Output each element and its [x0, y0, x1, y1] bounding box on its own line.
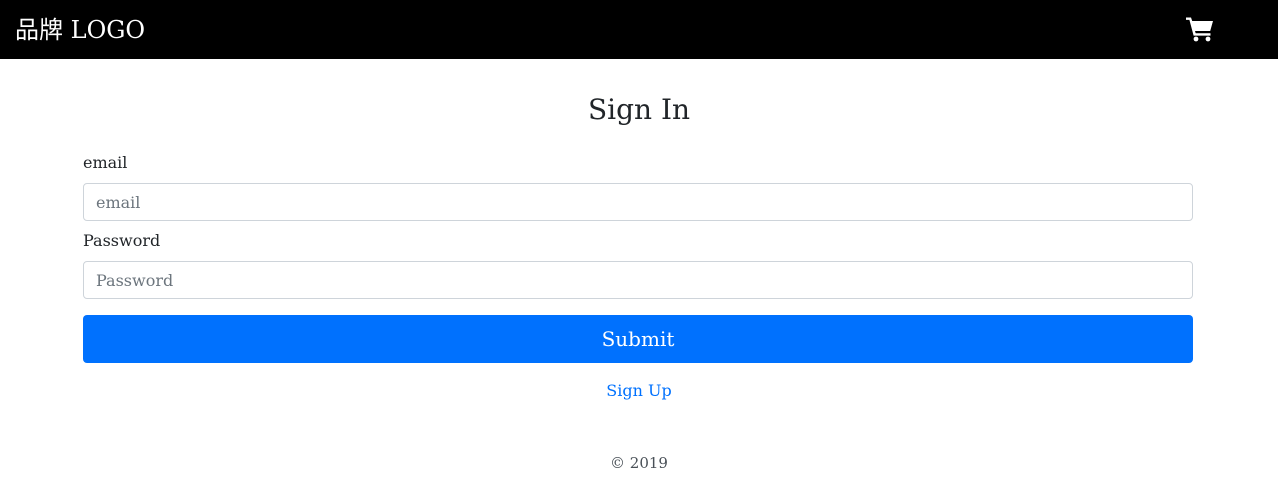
- password-field[interactable]: [83, 261, 1193, 299]
- shopping-cart-icon[interactable]: [1186, 16, 1214, 42]
- page-title: Sign In: [587, 93, 691, 126]
- signup-link-container: Sign Up: [0, 380, 1278, 402]
- email-label: email: [83, 153, 128, 172]
- brand-logo[interactable]: 品牌 LOGO: [15, 14, 145, 46]
- footer-copyright: © 2019: [610, 454, 668, 472]
- email-field[interactable]: [83, 183, 1193, 221]
- top-navbar: 品牌 LOGO: [0, 0, 1278, 59]
- signup-link[interactable]: Sign Up: [606, 381, 671, 400]
- submit-button[interactable]: Submit: [83, 315, 1193, 363]
- password-label: Password: [83, 231, 161, 250]
